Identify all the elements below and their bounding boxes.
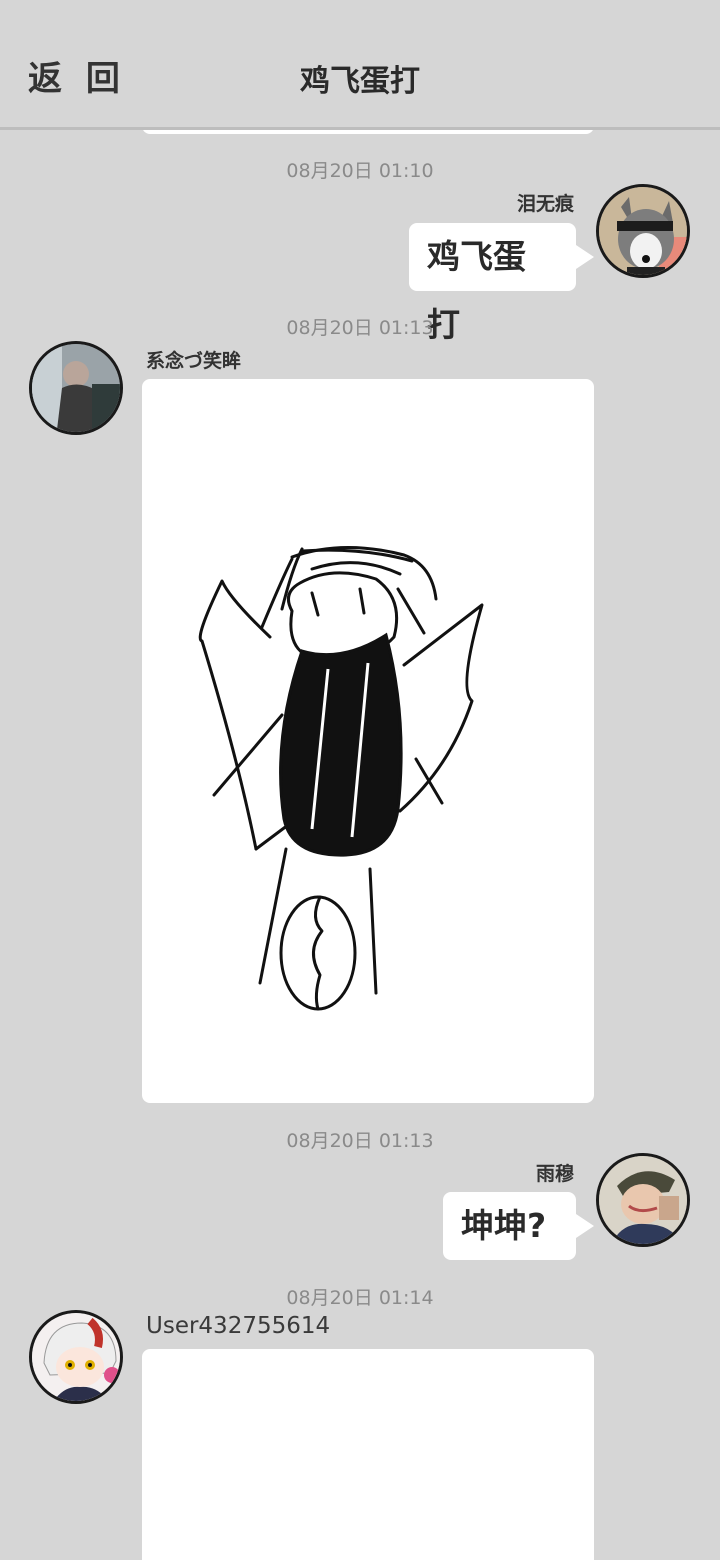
sender-name: 系念づ笑眸 — [146, 350, 242, 372]
sender-name: 泪无痕 — [516, 193, 574, 215]
anime-man-avatar[interactable] — [596, 1153, 690, 1247]
message-timestamp: 08月20日 01:13 — [286, 1130, 434, 1152]
message-bubble[interactable]: 鸡飞蛋打 — [409, 223, 594, 344]
blank-drawing — [142, 1349, 594, 1560]
stick-figure-drawing — [198, 545, 484, 1011]
sender-name: 雨穆 — [535, 1163, 574, 1185]
message-text: 坤坤? — [461, 1206, 547, 1245]
image-message[interactable] — [142, 379, 594, 1103]
image-message[interactable] — [142, 1349, 594, 1560]
anime-girl-avatar[interactable] — [29, 1310, 123, 1404]
sender-name: User432755614 — [146, 1313, 331, 1339]
message-bubble[interactable]: 坤坤? — [443, 1192, 594, 1260]
man-photo-avatar[interactable] — [29, 341, 123, 435]
message-timestamp: 08月20日 01:13 — [286, 317, 434, 339]
message-timestamp: 08月20日 01:10 — [286, 160, 434, 182]
message-timestamp: 08月20日 01:14 — [286, 1287, 434, 1309]
top-bar: 返 回 鸡飞蛋打 — [0, 0, 720, 130]
page-title: 鸡飞蛋打 — [300, 64, 420, 99]
husky-avatar[interactable] — [596, 184, 690, 278]
